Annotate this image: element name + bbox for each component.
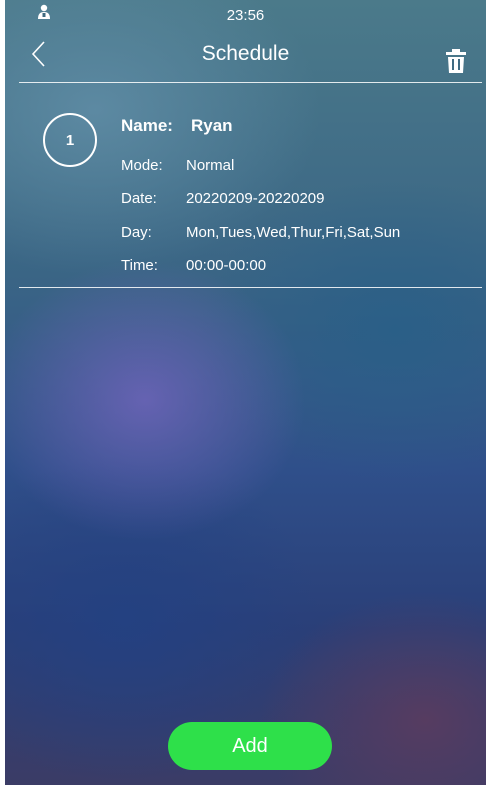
- mode-value: Normal: [186, 157, 235, 174]
- mode-label: Mode:: [121, 157, 163, 174]
- schedule-index-badge: 1: [43, 113, 97, 167]
- item-divider: [19, 287, 482, 288]
- date-label: Date:: [121, 190, 157, 207]
- name-value: Ryan: [191, 116, 233, 135]
- date-value: 20220209-20220209: [186, 190, 325, 207]
- time-label: Time:: [121, 257, 158, 274]
- header: Schedule: [5, 30, 486, 82]
- schedule-list-item[interactable]: 1 Name: Ryan Mode: Normal Date: 20220209…: [19, 100, 482, 286]
- name-label: Name:: [121, 116, 173, 135]
- page-title: Schedule: [201, 42, 290, 65]
- day-value: Mon,Tues,Wed,Thur,Fri,Sat,Sun: [186, 224, 401, 241]
- day-label: Day:: [121, 224, 152, 241]
- schedule-screen: 23:56 Schedule 1 Name: Ryan Mode: Normal…: [5, 0, 486, 785]
- status-time: 23:56: [226, 7, 265, 24]
- add-button[interactable]: Add: [168, 722, 332, 770]
- time-value: 00:00-00:00: [186, 257, 267, 274]
- status-bar: 23:56: [5, 0, 486, 30]
- header-divider: [19, 82, 482, 83]
- trash-icon[interactable]: [445, 48, 467, 74]
